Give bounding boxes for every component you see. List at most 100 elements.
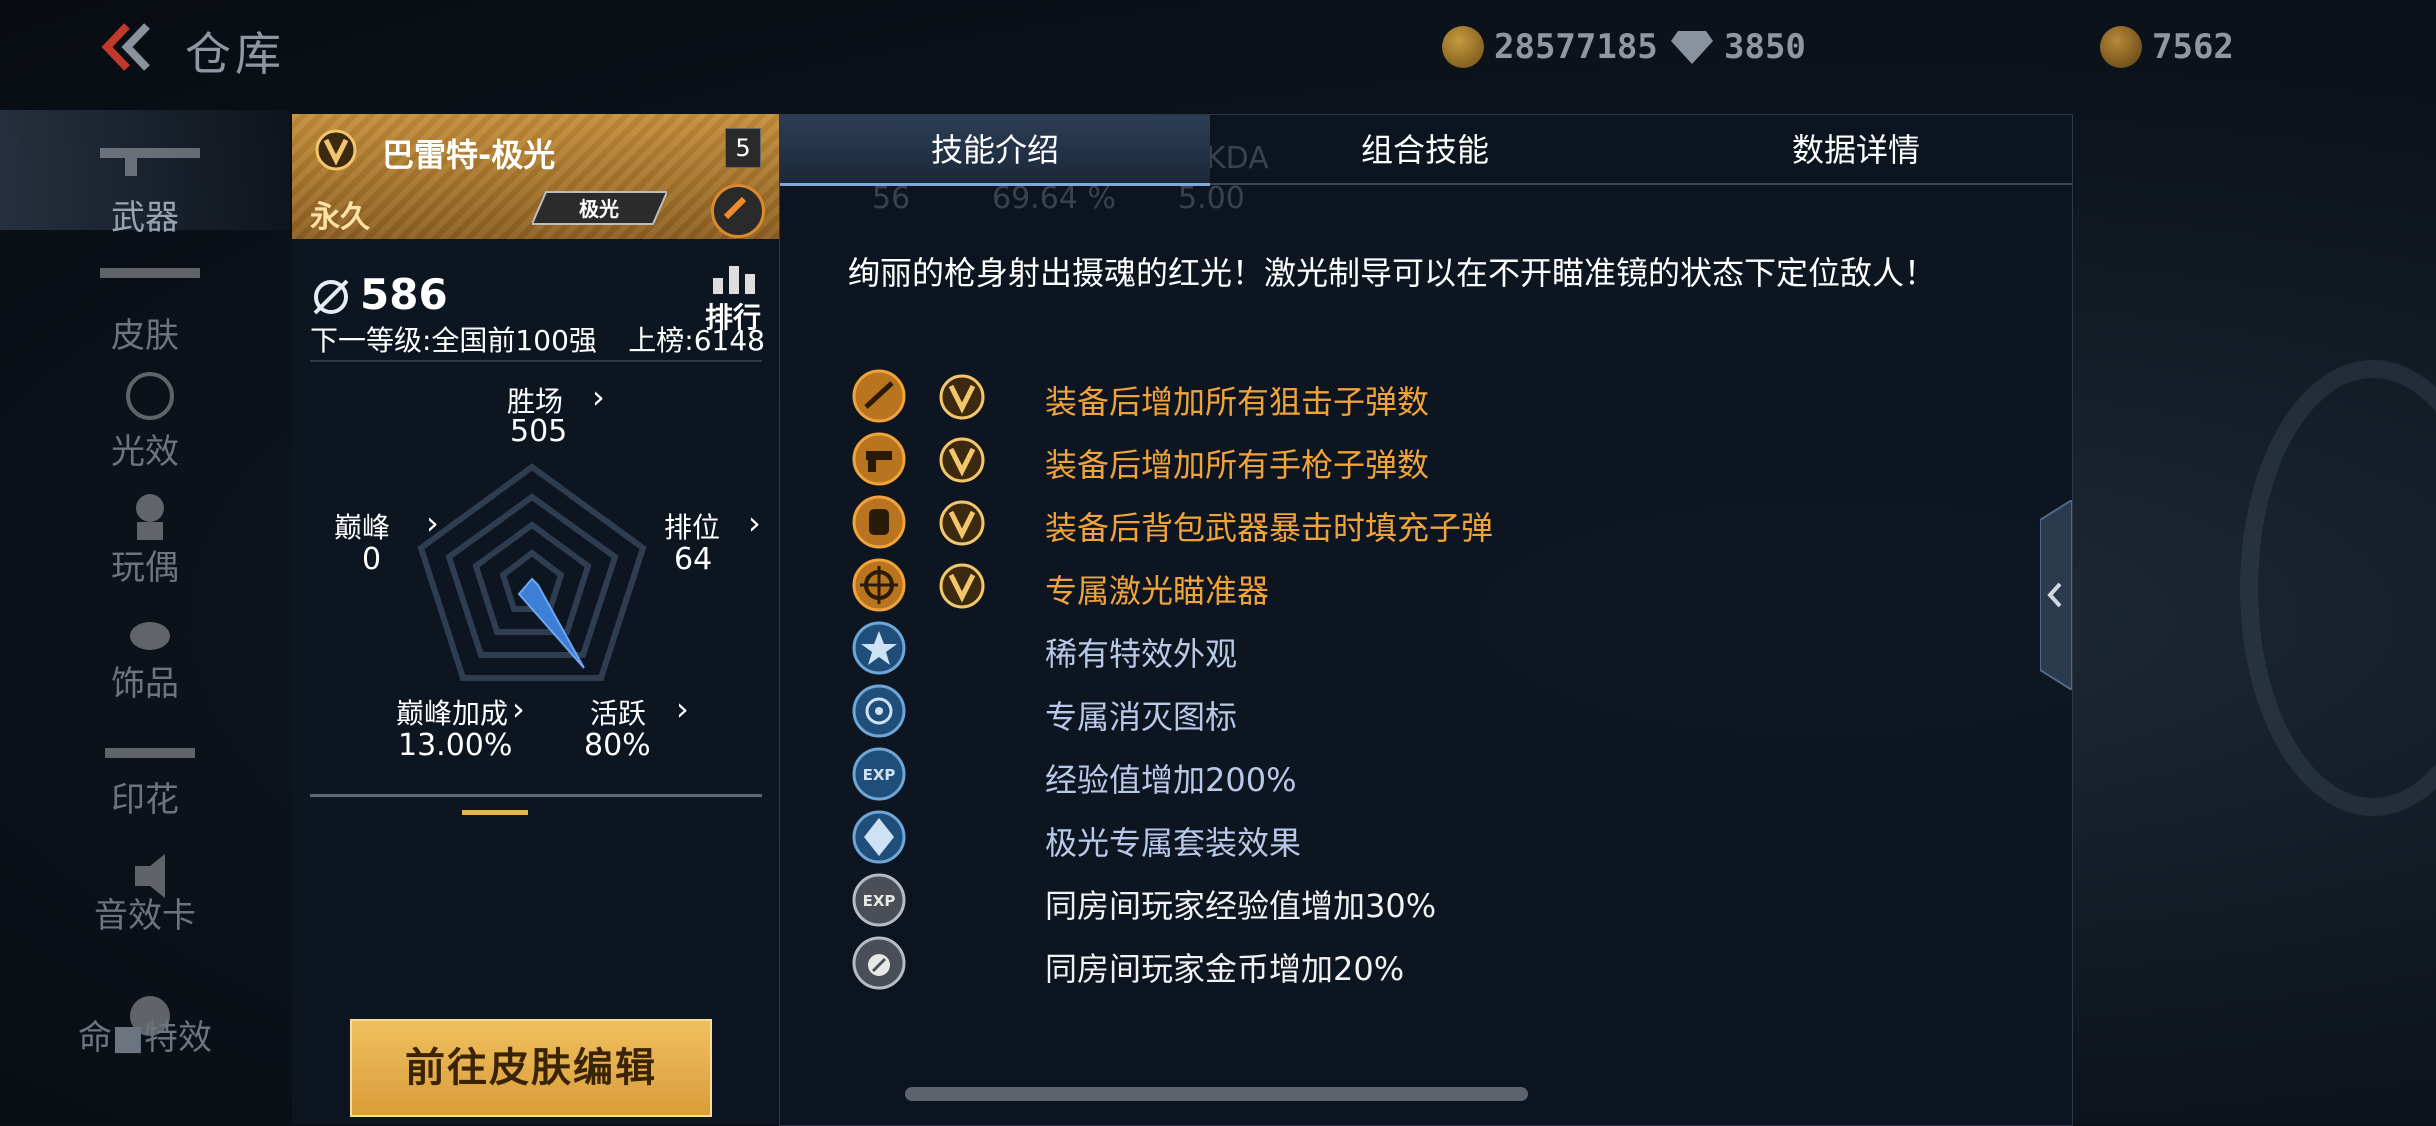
back-arrow-icon[interactable] <box>95 22 155 72</box>
doll-icon <box>136 494 164 540</box>
rank-chevron-icon[interactable]: › <box>748 504 761 542</box>
skill-text: 装备后增加所有狙击子弹数 <box>1045 383 1430 421</box>
sidebar-item-skins[interactable]: 皮肤 <box>0 230 290 356</box>
sidebar-item-decals[interactable]: 印花 <box>0 710 290 830</box>
duration-label: 永久 <box>310 200 370 235</box>
rifle-icon <box>100 148 200 176</box>
skill-panel: 场次 平均KDA 56 69.64 % 5.00 技能介绍 组合技能 数据详情 … <box>779 114 2073 1126</box>
collapse-panel-button[interactable] <box>2040 500 2072 690</box>
sniper-ammo-icon <box>852 369 906 423</box>
weapon-card-header: 巴雷特-极光 5 永久 极光 <box>292 114 779 239</box>
divider <box>310 360 762 362</box>
diamond-value: 3850 <box>1724 27 1806 67</box>
horizontal-scrollbar[interactable] <box>905 1087 1528 1101</box>
divider <box>310 794 762 797</box>
power-score-icon <box>313 279 349 315</box>
skill-text: 装备后背包武器暴击时填充子弹 <box>1045 509 1494 547</box>
page-title: 仓库 <box>185 27 285 81</box>
skill-row: 专属激光瞄准器 <box>852 558 1952 618</box>
wins-value: 505 <box>510 414 568 449</box>
skill-row: 装备后背包武器暴击时填充子弹 <box>852 495 1952 555</box>
tab-skills[interactable]: 技能介绍 <box>780 115 1210 185</box>
coin-value: 28577185 <box>1494 27 1658 67</box>
wins-chevron-icon[interactable]: › <box>592 378 605 416</box>
skill-text: 稀有特效外观 <box>1045 635 1238 673</box>
pistol-ammo-icon <box>852 432 906 486</box>
skill-text: 专属激光瞄准器 <box>1045 572 1270 610</box>
rank-label[interactable]: 排位 <box>664 506 720 546</box>
sidebar-item-label: 音效卡 <box>94 896 196 936</box>
sidebar-item-weapons[interactable]: 武器 <box>0 110 290 238</box>
star-icon <box>852 621 906 675</box>
vip-badge-icon <box>939 374 985 420</box>
vip-badge-icon <box>315 129 357 171</box>
ghost-value-matches: 56 <box>872 181 911 216</box>
diamond-set-icon <box>852 810 906 864</box>
skill-text: 装备后增加所有手枪子弹数 <box>1045 446 1430 484</box>
exp-icon: EXP <box>852 747 906 801</box>
active-chevron-icon[interactable]: › <box>676 690 689 728</box>
bar-chart-icon <box>713 266 755 294</box>
sidebar-item-label: 印花 <box>111 780 179 820</box>
skill-text: 经验值增加200% <box>1045 761 1297 799</box>
weapon-level: 5 <box>725 128 761 168</box>
skin-icon <box>100 268 200 278</box>
vip-badge-icon <box>939 500 985 546</box>
peak-label[interactable]: 巅峰 <box>334 506 390 546</box>
skill-description: 绚丽的枪身射出摄魂的红光！激光制导可以在不开瞄准镜的状态下定位敌人！ <box>848 254 1937 292</box>
sidebar-item-kill-effects[interactable]: 命■特效 <box>0 970 290 1090</box>
weapon-action-button[interactable] <box>711 184 765 238</box>
backpack-refill-icon <box>852 495 906 549</box>
room-coin-icon <box>852 936 906 990</box>
tab-bar: 技能介绍 组合技能 数据详情 <box>780 115 2072 186</box>
next-level-text: 下一等级:全国前100强 <box>310 324 597 357</box>
kill-badge-icon <box>852 684 906 738</box>
skill-row: 同房间玩家金币增加20% <box>852 936 1952 996</box>
skill-text: 专属消灭图标 <box>1045 698 1238 736</box>
peak-bonus-value: 13.00% <box>398 728 513 763</box>
sidebar-item-label: 命■特效 <box>77 1018 213 1058</box>
sidebar-item-accessories[interactable]: 饰品 <box>0 590 290 710</box>
vip-badge-icon <box>939 563 985 609</box>
accessory-icon <box>130 622 170 650</box>
leaderboard-count: 上榜:6148 <box>628 324 765 357</box>
active-value: 80% <box>584 728 651 763</box>
peak-value: 0 <box>362 542 382 577</box>
token-value: 7562 <box>2152 27 2234 67</box>
vip-badge-icon <box>939 437 985 483</box>
sidebar-item-soundcards[interactable]: 音效卡 <box>0 830 290 950</box>
ranking-button[interactable]: 排行 <box>705 264 765 334</box>
rank-value: 64 <box>674 542 713 577</box>
svg-text:EXP: EXP <box>863 766 896 784</box>
diamond-balance[interactable]: 3850 <box>1670 22 1806 72</box>
skill-text: 同房间玩家经验值增加30% <box>1045 887 1437 925</box>
bullet-icon <box>723 196 747 220</box>
token-icon <box>2100 26 2142 68</box>
light-effect-icon <box>126 372 174 420</box>
skill-row: 稀有特效外观 <box>852 621 1952 681</box>
skin-edit-button[interactable]: 前往皮肤编辑 <box>350 1019 712 1117</box>
sidebar-item-label: 饰品 <box>111 664 179 704</box>
aurora-tag: 极光 <box>532 191 667 225</box>
skill-row: EXP 经验值增加200% <box>852 747 1952 807</box>
tab-data-details[interactable]: 数据详情 <box>1640 115 2072 185</box>
room-exp-icon: EXP <box>852 873 906 927</box>
page-indicator <box>462 810 528 815</box>
skill-text: 同房间玩家金币增加20% <box>1045 950 1405 988</box>
sidebar-item-effects[interactable]: 光效 <box>0 350 290 472</box>
aurora-tag-label: 极光 <box>579 197 619 221</box>
ghost-value-kda: 5.00 <box>1178 181 1245 216</box>
sidebar-item-dolls[interactable]: 玩偶 <box>0 470 290 590</box>
weapon-card: 巴雷特-极光 5 永久 极光 586 排行 下一等级:全国前100强 上榜:61… <box>292 114 780 1124</box>
tab-combo-skills[interactable]: 组合技能 <box>1210 115 1640 185</box>
token-balance[interactable]: 7562 <box>2100 22 2234 72</box>
diamond-icon <box>1671 31 1713 64</box>
tab-divider <box>1210 183 2072 185</box>
crosshair-icon <box>852 558 906 612</box>
svg-text:EXP: EXP <box>863 892 896 910</box>
power-score: 586 <box>360 270 448 319</box>
coin-icon <box>1442 26 1484 68</box>
coin-balance[interactable]: 28577185 <box>1442 22 1658 72</box>
sidebar-item-label: 玩偶 <box>111 548 179 588</box>
active-tab-indicator <box>780 183 1210 186</box>
